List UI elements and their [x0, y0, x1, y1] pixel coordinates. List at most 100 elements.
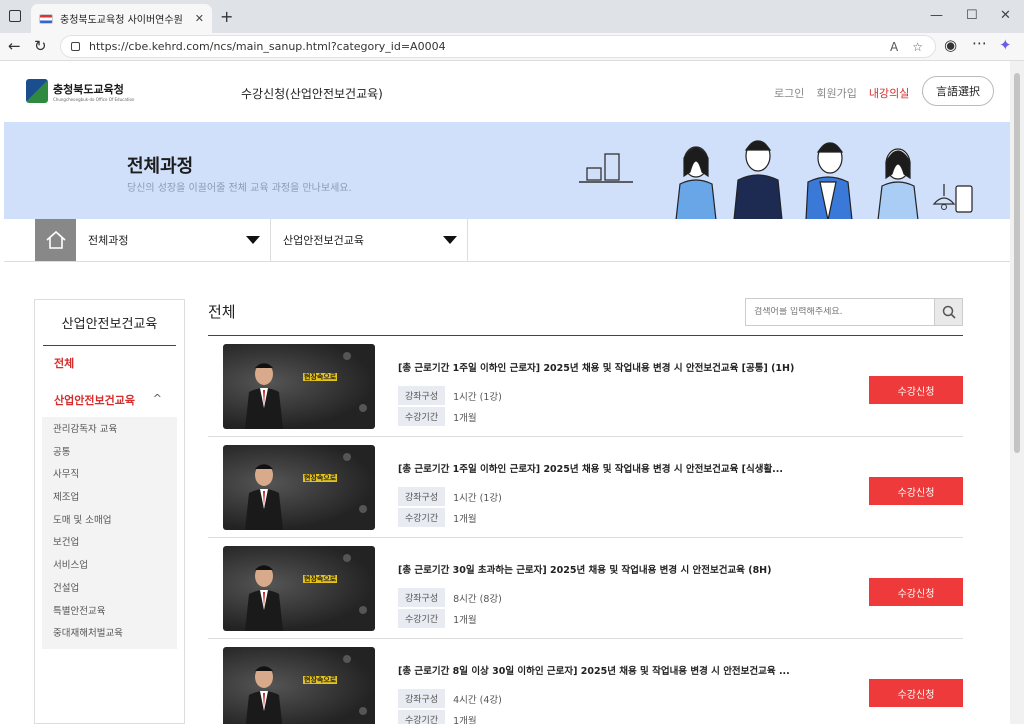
search-box [745, 298, 963, 326]
site-header: 충청북도교육청 Chungcheongbuk-do Office Of Educ… [4, 61, 1010, 122]
apply-button[interactable]: 수강신청 [869, 578, 963, 606]
meta-key: 수강기간 [398, 508, 446, 527]
lnb-subitem[interactable]: 중대재해처벌교육 [42, 623, 177, 646]
category-select-1[interactable]: 전체과정 [76, 219, 271, 261]
decor-dot [359, 505, 367, 513]
instructor-image-icon [245, 363, 283, 429]
site-logo[interactable]: 충청북도교육청 Chungcheongbuk-do Office Of Educ… [26, 79, 134, 103]
course-title[interactable]: [총 근로기간 30일 초과하는 근로자] 2025년 채용 및 작업내용 변경… [398, 562, 808, 576]
decor-dot [343, 655, 351, 663]
apply-button[interactable]: 수강신청 [869, 376, 963, 404]
thumbnail-tag-text: 현장속으로 [303, 474, 338, 482]
search-button[interactable] [934, 299, 962, 325]
url-field[interactable]: https://cbe.kehrd.com/ncs/main_sanup.htm… [60, 35, 936, 58]
lnb-subitem[interactable]: 관리감독자 교육 [42, 419, 177, 442]
copilot-icon[interactable]: ✦ [999, 36, 1012, 54]
decor-dot [343, 352, 351, 360]
language-select-button[interactable]: 言語選択 [922, 76, 994, 106]
course-row: 현장속으로 [총 근로기간 8일 이상 30일 이하인 근로자] 2025년 채… [208, 639, 963, 724]
minimize-icon[interactable]: — [930, 8, 943, 23]
web-page: 충청북도교육청 Chungcheongbuk-do Office Of Educ… [4, 61, 1010, 724]
my-classroom-link[interactable]: 내강의실 [869, 85, 909, 101]
sidebar-toggle-icon[interactable] [9, 10, 21, 22]
lnb-group-label: 산업안전보건교육 [54, 394, 135, 407]
lamp-icon [932, 184, 956, 210]
course-thumbnail[interactable]: 현장속으로 [223, 647, 375, 724]
course-thumbnail[interactable]: 현장속으로 [223, 445, 375, 530]
divider [43, 345, 176, 346]
meta-key: 수강기간 [398, 609, 446, 628]
meta-value: 1개월 [453, 412, 477, 424]
hero-title: 전체과정 [127, 156, 194, 177]
course-meta: 강좌구성 8시간 (8강) [398, 588, 502, 607]
apply-button[interactable]: 수강신청 [869, 679, 963, 707]
hero-banner: 전체과정 당신의 성장을 이끌어줄 전체 교육 과정을 만나보세요. [4, 122, 1010, 220]
lnb-subitem[interactable]: 제조업 [42, 487, 177, 510]
lnb-subitem[interactable]: 사무직 [42, 464, 177, 487]
left-category-menu: 산업안전보건교육 전체 산업안전보건교육 ^ 관리감독자 교육 공통 사무직 제… [34, 299, 185, 724]
search-input[interactable] [746, 307, 934, 317]
logo-subtext: Chungcheongbuk-do Office Of Education [53, 96, 135, 102]
course-row: 현장속으로 [총 근로기간 1주일 이하인 근로자] 2025년 채용 및 작업… [208, 336, 963, 437]
lnb-subitem[interactable]: 도매 및 소매업 [42, 510, 177, 533]
course-title[interactable]: [총 근로기간 1주일 이하인 근로자] 2025년 채용 및 작업내용 변경 … [398, 360, 808, 374]
top-links: 로그인 회원가입 내강의실 상담 [774, 85, 942, 101]
read-aloud-icon[interactable]: A [890, 40, 898, 54]
dropdown-arrow-icon [246, 236, 260, 244]
more-menu-icon[interactable]: ⋯ [972, 34, 987, 52]
back-icon[interactable]: ← [8, 37, 21, 55]
search-icon [942, 305, 956, 319]
logo-text: 충청북도교육청 [53, 82, 124, 96]
site-info-icon[interactable] [71, 42, 80, 51]
meta-key: 강좌구성 [398, 386, 446, 405]
course-meta: 강좌구성 4시간 (4강) [398, 689, 502, 708]
lnb-group-safety[interactable]: 산업안전보건교육 ^ [54, 392, 184, 408]
close-window-icon[interactable]: ✕ [1000, 8, 1011, 23]
lnb-subitem[interactable]: 공통 [42, 442, 177, 465]
thumbnail-tag: 현장속으로 [303, 372, 338, 382]
hero-subtitle: 당신의 성장을 이끌어줄 전체 교육 과정을 만나보세요. [127, 183, 352, 194]
course-meta: 수강기간 1개월 [398, 710, 477, 724]
course-row: 현장속으로 [총 근로기간 30일 초과하는 근로자] 2025년 채용 및 작… [208, 538, 963, 639]
signup-link[interactable]: 회원가입 [816, 85, 856, 101]
lnb-title: 산업안전보건교육 [61, 317, 158, 332]
site-favicon-icon [39, 13, 53, 24]
thumbnail-tag: 현장속으로 [303, 574, 338, 584]
course-title[interactable]: [총 근로기간 8일 이상 30일 이하인 근로자] 2025년 채용 및 작업… [398, 663, 808, 677]
thumbnail-tag-text: 현장속으로 [303, 676, 338, 684]
scrollbar-thumb[interactable] [1014, 73, 1020, 453]
favorite-star-icon[interactable]: ☆ [912, 40, 923, 54]
maximize-icon[interactable]: ☐ [966, 8, 978, 23]
profile-avatar-icon[interactable]: ◉ [944, 36, 957, 54]
browser-tab-bar: 충청북도교육청 사이버연수원 ✕ + — ☐ ✕ [0, 0, 1024, 33]
category-select-2[interactable]: 산업안전보건교육 [271, 219, 468, 261]
close-tab-icon[interactable]: ✕ [195, 12, 204, 25]
instructor-image-icon [245, 666, 283, 724]
course-meta: 강좌구성 1시간 (1강) [398, 487, 502, 506]
chevron-up-icon: ^ [152, 392, 162, 405]
meta-value: 1개월 [453, 513, 477, 525]
course-meta: 수강기간 1개월 [398, 508, 477, 527]
meta-value: 4시간 (4강) [453, 694, 502, 706]
course-meta: 강좌구성 1시간 (1강) [398, 386, 502, 405]
course-title[interactable]: [총 근로기간 1주일 이하인 근로자] 2025년 채용 및 작업내용 변경 … [398, 461, 808, 475]
course-meta: 수강기간 1개월 [398, 407, 477, 426]
apply-button[interactable]: 수강신청 [869, 477, 963, 505]
login-link[interactable]: 로그인 [774, 85, 804, 101]
decor-dot [343, 453, 351, 461]
dropdown-arrow-icon [443, 236, 457, 244]
thumbnail-tag-text: 현장속으로 [303, 373, 338, 381]
page-scrollbar[interactable] [1010, 61, 1024, 724]
reload-icon[interactable]: ↻ [34, 37, 47, 55]
new-tab-icon[interactable]: + [220, 7, 233, 26]
home-icon [45, 230, 66, 249]
course-thumbnail[interactable]: 현장속으로 [223, 546, 375, 631]
lnb-item-all[interactable]: 전체 [54, 355, 184, 371]
lnb-subitem[interactable]: 특별안전교육 [42, 601, 177, 624]
lnb-subitem[interactable]: 보건업 [42, 532, 177, 555]
lnb-subitem[interactable]: 서비스업 [42, 555, 177, 578]
course-thumbnail[interactable]: 현장속으로 [223, 344, 375, 429]
browser-tab[interactable]: 충청북도교육청 사이버연수원 ✕ [31, 4, 212, 33]
home-button[interactable] [35, 219, 76, 261]
lnb-subitem[interactable]: 건설업 [42, 578, 177, 601]
